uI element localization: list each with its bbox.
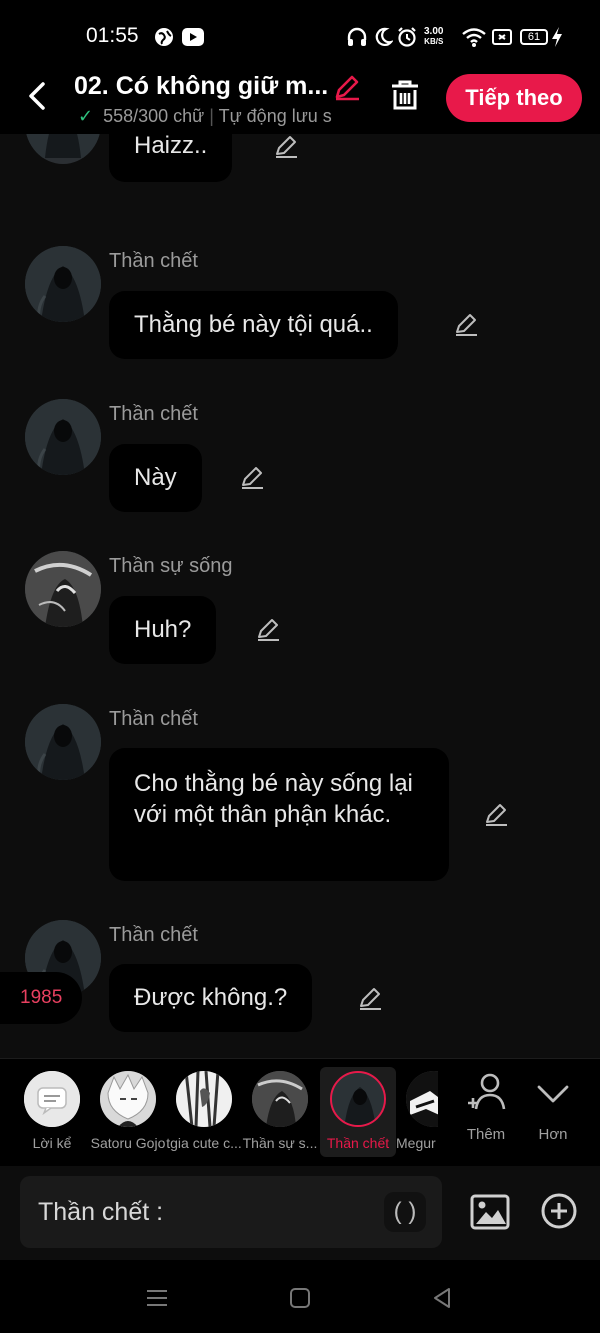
globe-icon: [155, 28, 173, 46]
sender-name: Thần sự sống: [109, 555, 233, 577]
speaker-label: Thần chết :: [38, 1198, 164, 1226]
trash-icon[interactable]: [388, 78, 422, 112]
edit-message-pencil-icon[interactable]: [254, 615, 282, 643]
editor-header: 02. Có không giữ m... ✓ 558/300 chữ | Tự …: [0, 70, 600, 134]
edit-message-pencil-icon[interactable]: [356, 984, 384, 1012]
sender-name: Thần chết: [109, 708, 198, 730]
character-tgia-cute[interactable]: tgia cute c...: [166, 1067, 242, 1151]
character-narrator[interactable]: Lời kể: [14, 1067, 90, 1151]
message-input-row: Thần chết : ( ): [0, 1166, 600, 1260]
character-than-chet[interactable]: Thần chết: [320, 1067, 396, 1157]
message-bubble[interactable]: Huh?: [109, 596, 217, 664]
narrator-icon: [24, 1071, 80, 1127]
message-bubble[interactable]: Được không.?: [109, 964, 313, 1032]
avatar: [330, 1071, 386, 1127]
character-label: tgia cute c...: [166, 1135, 242, 1151]
message-bubble[interactable]: Thằng bé này tội quá..: [109, 291, 398, 359]
character-label: Thần sự s...: [242, 1135, 318, 1151]
add-person-icon: [468, 1073, 506, 1110]
avatar: [406, 1071, 438, 1127]
screen-record-icon: [492, 29, 512, 45]
system-nav-bar: [0, 1260, 600, 1333]
moon-icon: [375, 27, 393, 46]
youtube-icon: [182, 28, 204, 46]
message-input[interactable]: Thần chết : ( ): [20, 1176, 442, 1248]
message-bubble[interactable]: Cho thằng bé này sống lại với một thân p…: [109, 748, 449, 881]
chevron-down-icon: [537, 1085, 569, 1103]
character-label: Thần chết: [326, 1135, 390, 1151]
sender-name: Thần chết: [109, 924, 198, 946]
sender-name: Thần chết: [109, 250, 198, 272]
back-icon[interactable]: [430, 1286, 454, 1310]
avatar: [252, 1071, 308, 1127]
alarm-icon: [398, 27, 416, 47]
edit-message-pencil-icon[interactable]: [238, 463, 266, 491]
image-icon[interactable]: [470, 1192, 510, 1232]
add-circle-icon[interactable]: [540, 1192, 578, 1230]
edit-title-pencil-icon[interactable]: [332, 72, 362, 102]
character-label: Lời kể: [32, 1135, 72, 1151]
parenthesis-button[interactable]: ( ): [384, 1192, 426, 1232]
year-badge[interactable]: 1985: [0, 972, 82, 1024]
character-megumi[interactable]: Megur: [396, 1067, 438, 1151]
character-selector: Lời kể Satoru Gojo tgia cute c... Thần s…: [0, 1058, 600, 1166]
charging-icon: [552, 27, 562, 47]
character-label: Satoru Gojo: [90, 1135, 166, 1151]
avatar[interactable]: [25, 246, 101, 322]
edit-message-pencil-icon[interactable]: [452, 310, 480, 338]
chapter-title[interactable]: 02. Có không giữ m...: [74, 72, 330, 101]
home-icon[interactable]: [288, 1286, 312, 1310]
edit-message-pencil-icon[interactable]: [272, 134, 300, 160]
back-arrow-icon[interactable]: [22, 80, 54, 112]
word-count-status: ✓ 558/300 chữ | Tự động lưu s: [78, 106, 332, 126]
menu-icon[interactable]: [145, 1286, 169, 1310]
more-button[interactable]: Hơn: [518, 1071, 588, 1143]
avatar[interactable]: [25, 704, 101, 780]
check-icon: ✓: [78, 106, 94, 126]
sender-name: Thần chết: [109, 403, 198, 425]
avatar: [100, 1071, 156, 1127]
message-bubble[interactable]: Này: [109, 444, 202, 512]
headphones-icon: [347, 27, 367, 46]
network-speed: 3.00 KB/S: [424, 26, 444, 47]
character-label: Megur: [396, 1135, 436, 1151]
status-bar: 01:55 3.00 KB/S 61: [0, 0, 600, 70]
character-satoru-gojo[interactable]: Satoru Gojo: [90, 1067, 166, 1151]
chat-area: Haizz.. Thần chết Thằng bé này tội quá..…: [0, 134, 600, 1058]
edit-message-pencil-icon[interactable]: [482, 800, 510, 828]
avatar[interactable]: [25, 134, 101, 164]
battery-icon: 61: [520, 29, 548, 45]
character-than-su-song[interactable]: Thần sự s...: [242, 1067, 318, 1151]
add-character-button[interactable]: Thêm: [451, 1071, 521, 1143]
avatar[interactable]: [25, 399, 101, 475]
next-button[interactable]: Tiếp theo: [446, 74, 582, 122]
more-label: Hơn: [538, 1126, 568, 1143]
status-time: 01:55: [86, 24, 139, 47]
add-label: Thêm: [466, 1126, 506, 1143]
avatar[interactable]: [25, 551, 101, 627]
avatar: [176, 1071, 232, 1127]
message-bubble[interactable]: Haizz..: [109, 134, 233, 182]
wifi-icon: [462, 28, 486, 47]
